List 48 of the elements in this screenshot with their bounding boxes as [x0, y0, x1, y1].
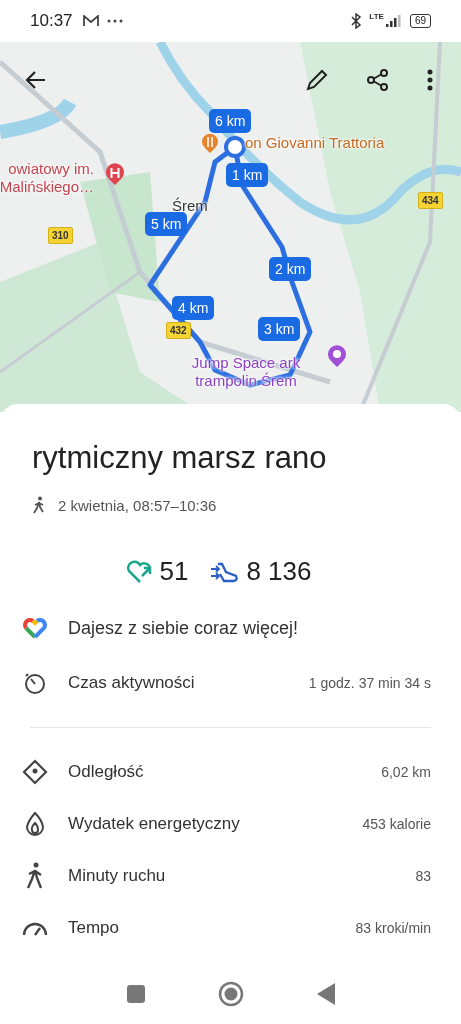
map-place-label: on Giovanni Trattoria: [245, 134, 386, 152]
activity-date: 2 kwietnia, 08:57–10:36: [58, 496, 217, 514]
edit-icon[interactable]: [305, 68, 329, 92]
road-number: 432: [166, 322, 191, 339]
metric-label: Tempo: [68, 918, 121, 938]
metric-value: 6,02 km: [381, 764, 431, 780]
distance-marker: 4 km: [172, 296, 215, 320]
battery-indicator: 69: [409, 14, 431, 28]
metric-value: 83: [415, 868, 431, 884]
heart-points-icon: [125, 559, 154, 584]
bluetooth-icon: [351, 13, 362, 29]
home-button-icon[interactable]: [217, 981, 244, 1007]
metric-value: 453 kalorie: [362, 816, 431, 832]
road-number: 434: [418, 192, 443, 209]
status-time: 10:37: [30, 11, 73, 31]
map-place-label: owiatowy im. Malińskiego…: [0, 160, 94, 196]
distance-marker: 2 km: [269, 257, 312, 281]
network-type: LTE: [369, 12, 384, 21]
distance-marker: 3 km: [258, 317, 301, 341]
hospital-pin-icon: [104, 162, 126, 186]
metric-value: 1 godz. 37 min 34 s: [308, 675, 431, 691]
heart-logo-icon: [22, 617, 48, 639]
distance-marker: 5 km: [145, 212, 188, 236]
road-number: 310: [48, 227, 73, 244]
more-options-icon[interactable]: [426, 68, 434, 92]
distance-marker: 1 km: [226, 163, 269, 187]
location-diamond-icon: [22, 759, 48, 785]
timer-icon: [22, 671, 48, 695]
metric-label: Czas aktywności: [68, 673, 196, 693]
back-button-icon[interactable]: [316, 983, 335, 1005]
activity-title: rytmiczny marsz rano: [31, 440, 328, 476]
metric-label: Odległość: [68, 762, 145, 782]
restaurant-pin-icon: [200, 132, 220, 154]
mail-icon: [82, 15, 99, 27]
share-icon[interactable]: [366, 68, 390, 92]
steps-value: 8 136: [246, 556, 312, 587]
metric-label: Minuty ruchu: [68, 866, 167, 886]
metric-value: 83 kroki/min: [355, 920, 431, 936]
park-pin-icon: [326, 344, 348, 368]
recents-button-icon[interactable]: [126, 985, 145, 1003]
distance-marker: 6 km: [209, 109, 252, 133]
metric-label: Wydatek energetyczny: [68, 814, 241, 834]
signal-icon: [385, 15, 402, 27]
more-notifications-icon: [106, 19, 123, 23]
heart-points-value: 51: [159, 556, 189, 587]
motivation-message: Dajesz z siebie coraz więcej!: [68, 617, 299, 639]
walking-icon: [32, 496, 46, 514]
speedometer-icon: [22, 920, 48, 936]
